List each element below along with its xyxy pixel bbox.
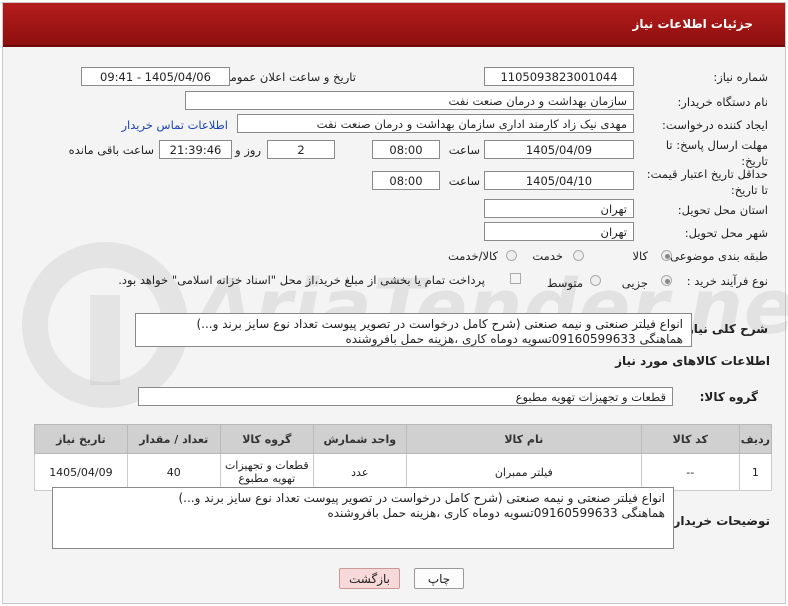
province-label: استان محل تحویل: — [677, 203, 768, 217]
contact-info-link[interactable]: اطلاعات تماس خریدار — [121, 118, 228, 132]
goods-group-field: قطعات و تجهیزات تهویه مطبوع — [138, 387, 673, 406]
buyer-notes-textarea[interactable]: انواع فیلتر صنعتی و نیمه صنعتی (شرح کامل… — [52, 487, 674, 549]
remaining-label: ساعت باقی مانده — [68, 143, 154, 157]
description-line-2: هماهنگی 09160599633تسویه دوماه کاری ،هزی… — [345, 332, 683, 346]
validity-date-field: 1405/04/10 — [484, 171, 634, 190]
goods-group-label: گروه کالا: — [699, 390, 758, 404]
creator-field: مهدی نیک زاد کارمند اداری سازمان بهداشت … — [237, 114, 634, 133]
days-label: روز و — [235, 143, 261, 157]
reply-time-field: 08:00 — [372, 140, 440, 159]
buyer-notes-line-1: انواع فیلتر صنعتی و نیمه صنعتی (شرح کامل… — [178, 491, 666, 505]
validity-time-label: ساعت — [448, 174, 480, 188]
col-name: نام کالا — [405, 424, 642, 454]
process-label: نوع فرآیند خرید : — [686, 274, 768, 288]
col-row: ردیف — [738, 424, 773, 454]
category-label: طبقه بندی موضوعی: — [666, 249, 768, 263]
process-medium-label: متوسط — [546, 276, 583, 290]
cell-unit: عدد — [312, 453, 407, 491]
goods-info-title: اطلاعات کالاهای مورد نیاز — [615, 354, 770, 368]
need-number-field: 1105093823001044 — [484, 67, 634, 86]
category-goods-label: کالا — [632, 249, 648, 263]
payment-note: پرداخت تمام یا بخشی از مبلغ خرید،از محل … — [118, 273, 485, 287]
cell-qty: 40 — [126, 453, 221, 491]
description-label: شرح کلی نیاز: — [682, 322, 768, 336]
col-unit: واحد شمارش — [312, 424, 407, 454]
buyer-org-field: سازمان بهداشت و درمان صنعت نفت — [185, 91, 634, 110]
cell-name: فیلتر ممبران — [405, 453, 642, 491]
need-number-label: شماره نیاز: — [713, 70, 768, 84]
payment-checkbox[interactable] — [510, 273, 521, 284]
validity-label: حداقل تاریخ اعتبار قیمت: تا تاریخ: — [646, 167, 768, 197]
table-header-row: ردیف کد کالا نام کالا واحد شمارش گروه کا… — [34, 424, 773, 454]
category-service-label: خدمت — [532, 249, 563, 263]
page-header: جزئیات اطلاعات نیاز — [3, 3, 785, 47]
reply-time-label: ساعت — [448, 143, 480, 157]
validity-time-field: 08:00 — [372, 171, 440, 190]
reply-deadline-label: مهلت ارسال پاسخ: تا تاریخ: — [665, 138, 768, 168]
back-button[interactable]: بازگشت — [339, 568, 400, 589]
description-textarea[interactable]: انواع فیلتر صنعتی و نیمه صنعتی (شرح کامل… — [135, 313, 692, 347]
buyer-notes-line-2: هماهنگی 09160599633تسویه دوماه کاری ،هزی… — [327, 506, 665, 520]
city-label: شهر محل تحویل: — [684, 226, 768, 240]
remaining-time-field: 21:39:46 — [159, 140, 232, 159]
creator-label: ایجاد کننده درخواست: — [662, 118, 768, 132]
col-date: تاریخ نیاز — [34, 424, 128, 454]
province-field: تهران — [484, 199, 634, 218]
category-service-radio[interactable] — [573, 250, 584, 261]
process-partial-label: جزیی — [621, 276, 648, 290]
description-line-1: انواع فیلتر صنعتی و نیمه صنعتی (شرح کامل… — [196, 317, 684, 331]
city-field: تهران — [484, 222, 634, 241]
process-partial-radio[interactable] — [661, 275, 672, 286]
col-qty: تعداد / مقدار — [126, 424, 221, 454]
cell-group: قطعات و تجهیزات تهویه مطبوع — [219, 453, 314, 491]
category-goods-service-radio[interactable] — [506, 250, 517, 261]
announce-label: تاریخ و ساعت اعلان عمومی: — [217, 70, 356, 84]
cell-code: -- — [640, 453, 740, 491]
announce-field: 1405/04/06 - 09:41 — [81, 67, 230, 86]
col-group: گروه کالا — [219, 424, 314, 454]
cell-row: 1 — [738, 453, 773, 491]
category-goods-radio[interactable] — [661, 250, 672, 261]
process-medium-radio[interactable] — [590, 275, 601, 286]
category-goods-service-label: کالا/خدمت — [447, 249, 498, 263]
items-table: ردیف کد کالا نام کالا واحد شمارش گروه کا… — [34, 424, 773, 491]
days-field: 2 — [267, 140, 335, 159]
table-row: 1 -- فیلتر ممبران عدد قطعات و تجهیزات ته… — [34, 453, 773, 491]
buyer-org-label: نام دستگاه خریدار: — [677, 95, 768, 109]
page-title: جزئیات اطلاعات نیاز — [632, 17, 753, 31]
col-code: کد کالا — [640, 424, 740, 454]
print-button[interactable]: چاپ — [414, 568, 464, 589]
reply-date-field: 1405/04/09 — [484, 140, 634, 159]
cell-date: 1405/04/09 — [34, 453, 128, 491]
buyer-notes-label: توضیحات خریدار: — [668, 514, 770, 528]
